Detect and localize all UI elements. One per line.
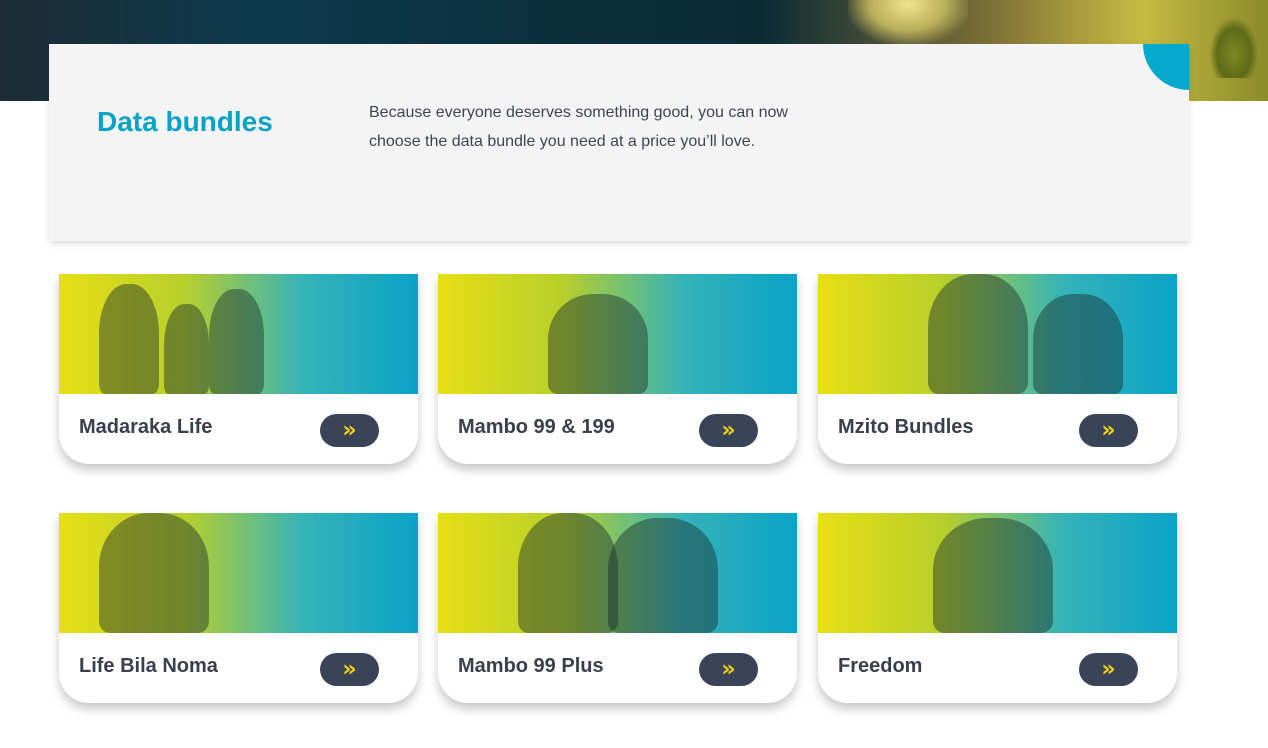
open-bundle-button[interactable]: » <box>1079 653 1138 686</box>
bundle-photo <box>818 513 1177 633</box>
bundle-title: Life Bila Noma <box>79 655 218 677</box>
bundle-photo <box>59 274 418 394</box>
bundle-photo <box>818 274 1177 394</box>
page-title: Data bundles <box>97 106 273 137</box>
bundle-photo <box>438 513 797 633</box>
double-chevron-right-icon: » <box>721 418 736 443</box>
bundle-photo <box>438 274 797 394</box>
double-chevron-right-icon: » <box>721 657 736 682</box>
bundle-title: Madaraka Life <box>79 416 213 438</box>
double-chevron-right-icon: » <box>1101 657 1116 682</box>
open-bundle-button[interactable]: » <box>320 414 379 447</box>
bundle-card-mzito-bundles[interactable]: Mzito Bundles » <box>818 274 1177 464</box>
bundle-card-life-bila-noma[interactable]: Life Bila Noma » <box>59 513 418 703</box>
plant-decor <box>1210 18 1258 78</box>
corner-accent-decor <box>1143 44 1189 90</box>
bundle-card-mambo-99-plus[interactable]: Mambo 99 Plus » <box>438 513 797 703</box>
bundle-card-freedom[interactable]: Freedom » <box>818 513 1177 703</box>
open-bundle-button[interactable]: » <box>1079 414 1138 447</box>
lamp-decor <box>848 0 968 45</box>
bundle-title: Mzito Bundles <box>838 416 974 438</box>
double-chevron-right-icon: » <box>342 418 357 443</box>
intro-panel: Data bundles Because everyone deserves s… <box>49 44 1189 241</box>
intro-description: Because everyone deserves something good… <box>369 104 788 150</box>
bundle-title: Freedom <box>838 655 923 677</box>
bundle-title: Mambo 99 Plus <box>458 655 604 677</box>
bundle-card-madaraka-life[interactable]: Madaraka Life » <box>59 274 418 464</box>
bundle-card-mambo-99-199[interactable]: Mambo 99 & 199 » <box>438 274 797 464</box>
double-chevron-right-icon: » <box>1101 418 1116 443</box>
double-chevron-right-icon: » <box>342 657 357 682</box>
bundle-photo <box>59 513 418 633</box>
open-bundle-button[interactable]: » <box>699 653 758 686</box>
bundle-title: Mambo 99 & 199 <box>458 416 615 438</box>
open-bundle-button[interactable]: » <box>699 414 758 447</box>
open-bundle-button[interactable]: » <box>320 653 379 686</box>
